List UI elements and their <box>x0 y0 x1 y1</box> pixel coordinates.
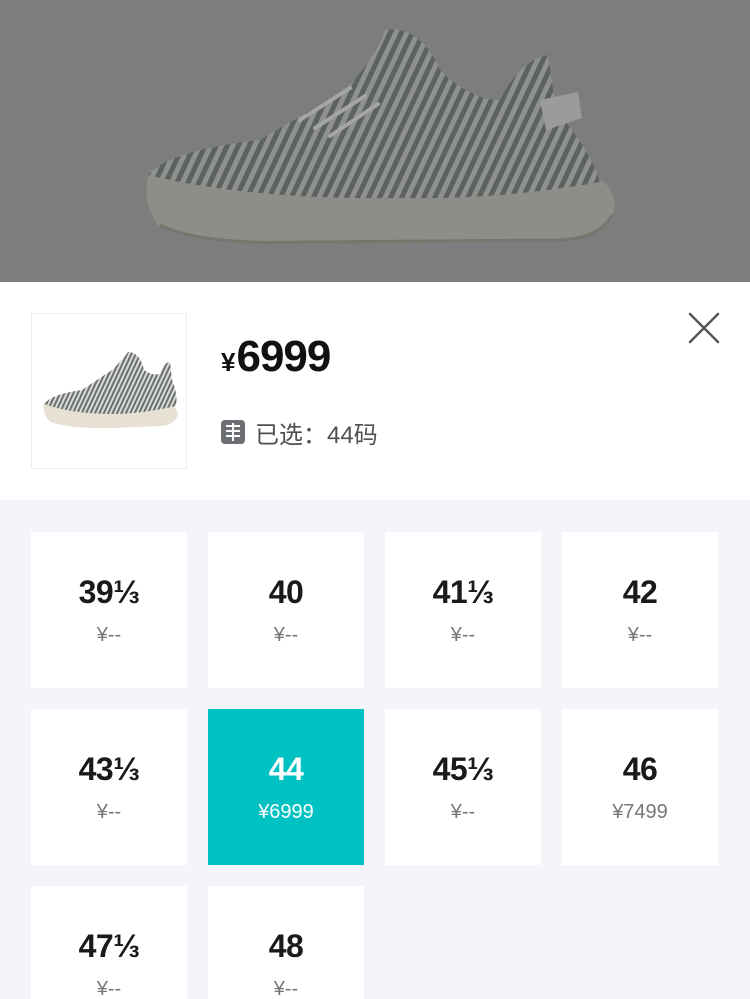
size-label: 47⅓ <box>78 928 140 964</box>
size-option-8[interactable]: 47⅓ ¥-- <box>31 886 187 999</box>
size-option-4[interactable]: 43⅓ ¥-- <box>31 709 187 865</box>
size-label: 46 <box>622 751 658 787</box>
size-option-2[interactable]: 41⅓ ¥-- <box>385 532 541 688</box>
size-label: 40 <box>268 574 304 610</box>
size-label: 44 <box>268 751 304 787</box>
size-label: 39⅓ <box>78 574 140 610</box>
size-price: ¥-- <box>96 624 122 646</box>
size-price: ¥7499 <box>612 801 668 823</box>
size-option-6[interactable]: 45⅓ ¥-- <box>385 709 541 865</box>
size-option-7[interactable]: 46 ¥7499 <box>562 709 718 865</box>
size-price: ¥-- <box>96 801 122 823</box>
price-currency: ¥ <box>221 347 236 377</box>
size-price: ¥-- <box>450 801 476 823</box>
product-thumbnail <box>31 313 187 469</box>
size-label: 48 <box>268 928 304 964</box>
size-option-0[interactable]: 39⅓ ¥-- <box>31 532 187 688</box>
close-icon <box>688 312 720 344</box>
sneaker-illustration <box>146 29 615 244</box>
size-option-9[interactable]: 48 ¥-- <box>208 886 364 999</box>
size-price: ¥6999 <box>258 801 314 823</box>
size-option-5[interactable]: 44 ¥6999 <box>208 709 364 865</box>
sneaker-thumbnail-image <box>43 352 178 429</box>
size-label: 45⅓ <box>432 751 494 787</box>
selected-price: ¥ 6999 <box>221 332 331 382</box>
price-value: 6999 <box>236 332 331 381</box>
size-price: ¥-- <box>273 978 299 999</box>
size-label: 41⅓ <box>432 574 494 610</box>
close-button[interactable] <box>686 310 722 346</box>
size-price: ¥-- <box>450 624 476 646</box>
size-price: ¥-- <box>627 624 653 646</box>
size-price: ¥-- <box>96 978 122 999</box>
selected-size-label: 已选：44码 <box>255 421 378 449</box>
selected-info-icon <box>221 420 245 444</box>
selected-size-info: 已选：44码 <box>221 417 378 449</box>
product-hero-image <box>0 0 750 282</box>
sku-sheet-header: ¥ 6999 已选：44码 <box>0 282 750 500</box>
size-label: 42 <box>622 574 658 610</box>
size-option-3[interactable]: 42 ¥-- <box>562 532 718 688</box>
size-label: 43⅓ <box>78 751 140 787</box>
size-price: ¥-- <box>273 624 299 646</box>
size-grid: 39⅓ ¥-- 40 ¥-- 41⅓ ¥-- 42 ¥-- 43⅓ ¥-- 44… <box>31 532 719 999</box>
size-option-1[interactable]: 40 ¥-- <box>208 532 364 688</box>
